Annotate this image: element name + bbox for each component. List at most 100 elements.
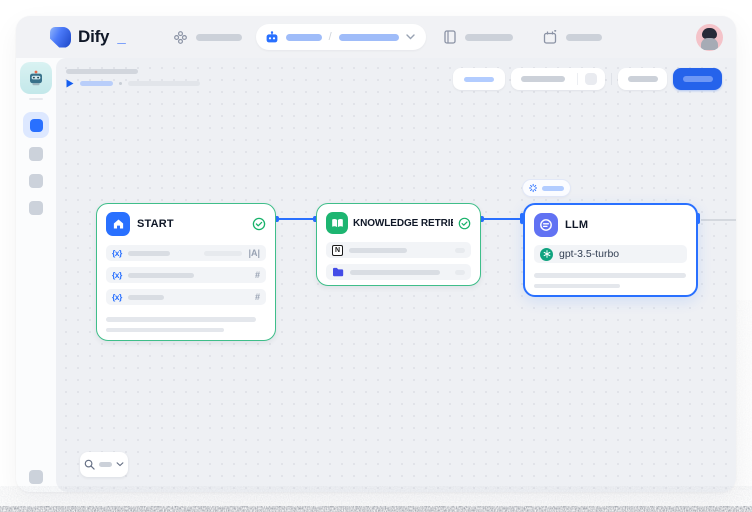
sidebar-item-workflow-active[interactable] [23, 112, 49, 138]
play-icon [66, 79, 74, 88]
sidebar-item-3[interactable] [29, 174, 43, 188]
home-icon [112, 218, 125, 230]
run-meta-skeleton [128, 81, 200, 86]
workflow-title-skeleton [66, 69, 138, 74]
openai-icon [540, 248, 553, 261]
book-icon [444, 30, 456, 44]
model-row: gpt-3.5-turbo [534, 245, 687, 263]
open-book-icon [331, 218, 344, 229]
app-robot-icon [265, 31, 279, 44]
variable-row: {x} # [106, 267, 266, 283]
run-button[interactable] [453, 68, 505, 90]
more-icon [585, 73, 597, 85]
notion-page-icon: N [332, 245, 343, 256]
knowledge-source-row: N [326, 242, 471, 258]
nav-docs-label-skeleton [465, 34, 513, 41]
nav-plugins-label-skeleton [566, 34, 602, 41]
sidebar-item-2[interactable] [29, 147, 43, 161]
zoom-level-skeleton [99, 462, 112, 467]
node-desc-skeleton [534, 284, 620, 289]
variable-row: {x} |A| [106, 245, 266, 261]
sidebar-item-4[interactable] [29, 201, 43, 215]
noise-right-edge [736, 300, 752, 490]
source-meta-skeleton [455, 248, 465, 253]
llm-running-badge [522, 179, 571, 197]
variable-value-skeleton [204, 251, 242, 256]
node-title: KNOWLEDGE RETRIEVAL [353, 218, 453, 229]
variable-row: {x} # [106, 289, 266, 305]
knowledge-source-row [326, 264, 471, 280]
top-bar: Dify _ [16, 16, 736, 58]
edge-kr-to-llm [481, 218, 523, 220]
node-desc-skeleton [106, 317, 256, 322]
dify-logo[interactable]: Dify _ [50, 27, 126, 48]
variable-name-skeleton [128, 251, 170, 256]
sidebar-item-settings[interactable] [29, 470, 43, 484]
source-meta-skeleton [455, 270, 465, 275]
button-divider [577, 73, 578, 85]
check-circle-icon [458, 217, 471, 230]
current-app-icon[interactable] [20, 62, 52, 94]
node-title: START [137, 218, 245, 230]
nav-plugins[interactable] [543, 30, 602, 44]
node-llm[interactable]: LLM gpt-3.5-turbo [523, 203, 698, 297]
sidebar [16, 58, 56, 492]
chevron-down-icon [116, 462, 124, 467]
app-switcher[interactable]: / [256, 24, 426, 50]
node-start[interactable]: START {x} |A| {x} [96, 203, 276, 341]
page: Dify _ [0, 0, 752, 512]
number-type-icon: # [255, 270, 260, 280]
edge-start-to-kr [276, 218, 316, 220]
zoom-control[interactable] [80, 452, 128, 477]
dify-logo-icon [50, 27, 71, 48]
canvas-actions [453, 68, 722, 90]
avatar-head [702, 28, 717, 39]
secondary-button[interactable] [618, 68, 667, 90]
nav-explore-label-skeleton [196, 34, 242, 41]
publish-label-skeleton [683, 76, 713, 82]
workflow-run-info [66, 79, 200, 88]
spinner-icon [529, 183, 537, 193]
nav-docs[interactable] [444, 30, 513, 44]
publish-button[interactable] [673, 68, 722, 90]
preview-label-skeleton [521, 76, 565, 82]
check-circle-icon [252, 217, 266, 231]
avatar-body [701, 38, 718, 50]
edge-llm-outgoing [701, 219, 736, 221]
variable-icon: {x} [112, 292, 122, 302]
openai-glyph [543, 250, 551, 258]
secondary-label-skeleton [628, 76, 658, 82]
badge-label-skeleton [542, 186, 564, 191]
node-knowledge-retrieval[interactable]: KNOWLEDGE RETRIEVAL N [316, 203, 481, 286]
llm-node-icon [534, 213, 558, 237]
chevron-down-icon [406, 34, 415, 40]
variable-icon: {x} [112, 270, 122, 280]
node-title: LLM [565, 219, 687, 231]
source-name-skeleton [349, 248, 407, 253]
dot-separator [119, 82, 122, 85]
preview-button-group[interactable] [511, 68, 605, 90]
workflow-icon [30, 119, 43, 132]
llm-circle-icon [539, 218, 553, 232]
workflow-canvas[interactable]: START {x} |A| {x} [56, 58, 736, 492]
zoom-search-icon [84, 459, 95, 470]
robot-app-icon [27, 69, 45, 87]
logo-cursor: _ [117, 29, 125, 46]
variable-icon: {x} [112, 248, 122, 258]
model-name: gpt-3.5-turbo [559, 248, 619, 260]
breadcrumb-separator: / [329, 31, 332, 43]
node-desc-skeleton [106, 328, 224, 333]
variable-name-skeleton [128, 295, 164, 300]
variable-name-skeleton [128, 273, 194, 278]
number-type-icon: # [255, 292, 260, 302]
sidebar-divider [29, 98, 43, 100]
calendar-plus-icon [543, 30, 557, 44]
folder-icon [332, 267, 344, 277]
nav-explore[interactable] [174, 31, 242, 44]
user-avatar[interactable] [696, 24, 723, 51]
workspace-name-skeleton [286, 34, 322, 41]
run-status-skeleton [80, 81, 113, 86]
node-desc-skeleton [534, 273, 686, 278]
logo-text: Dify [78, 27, 109, 47]
apps-icon [174, 31, 187, 44]
